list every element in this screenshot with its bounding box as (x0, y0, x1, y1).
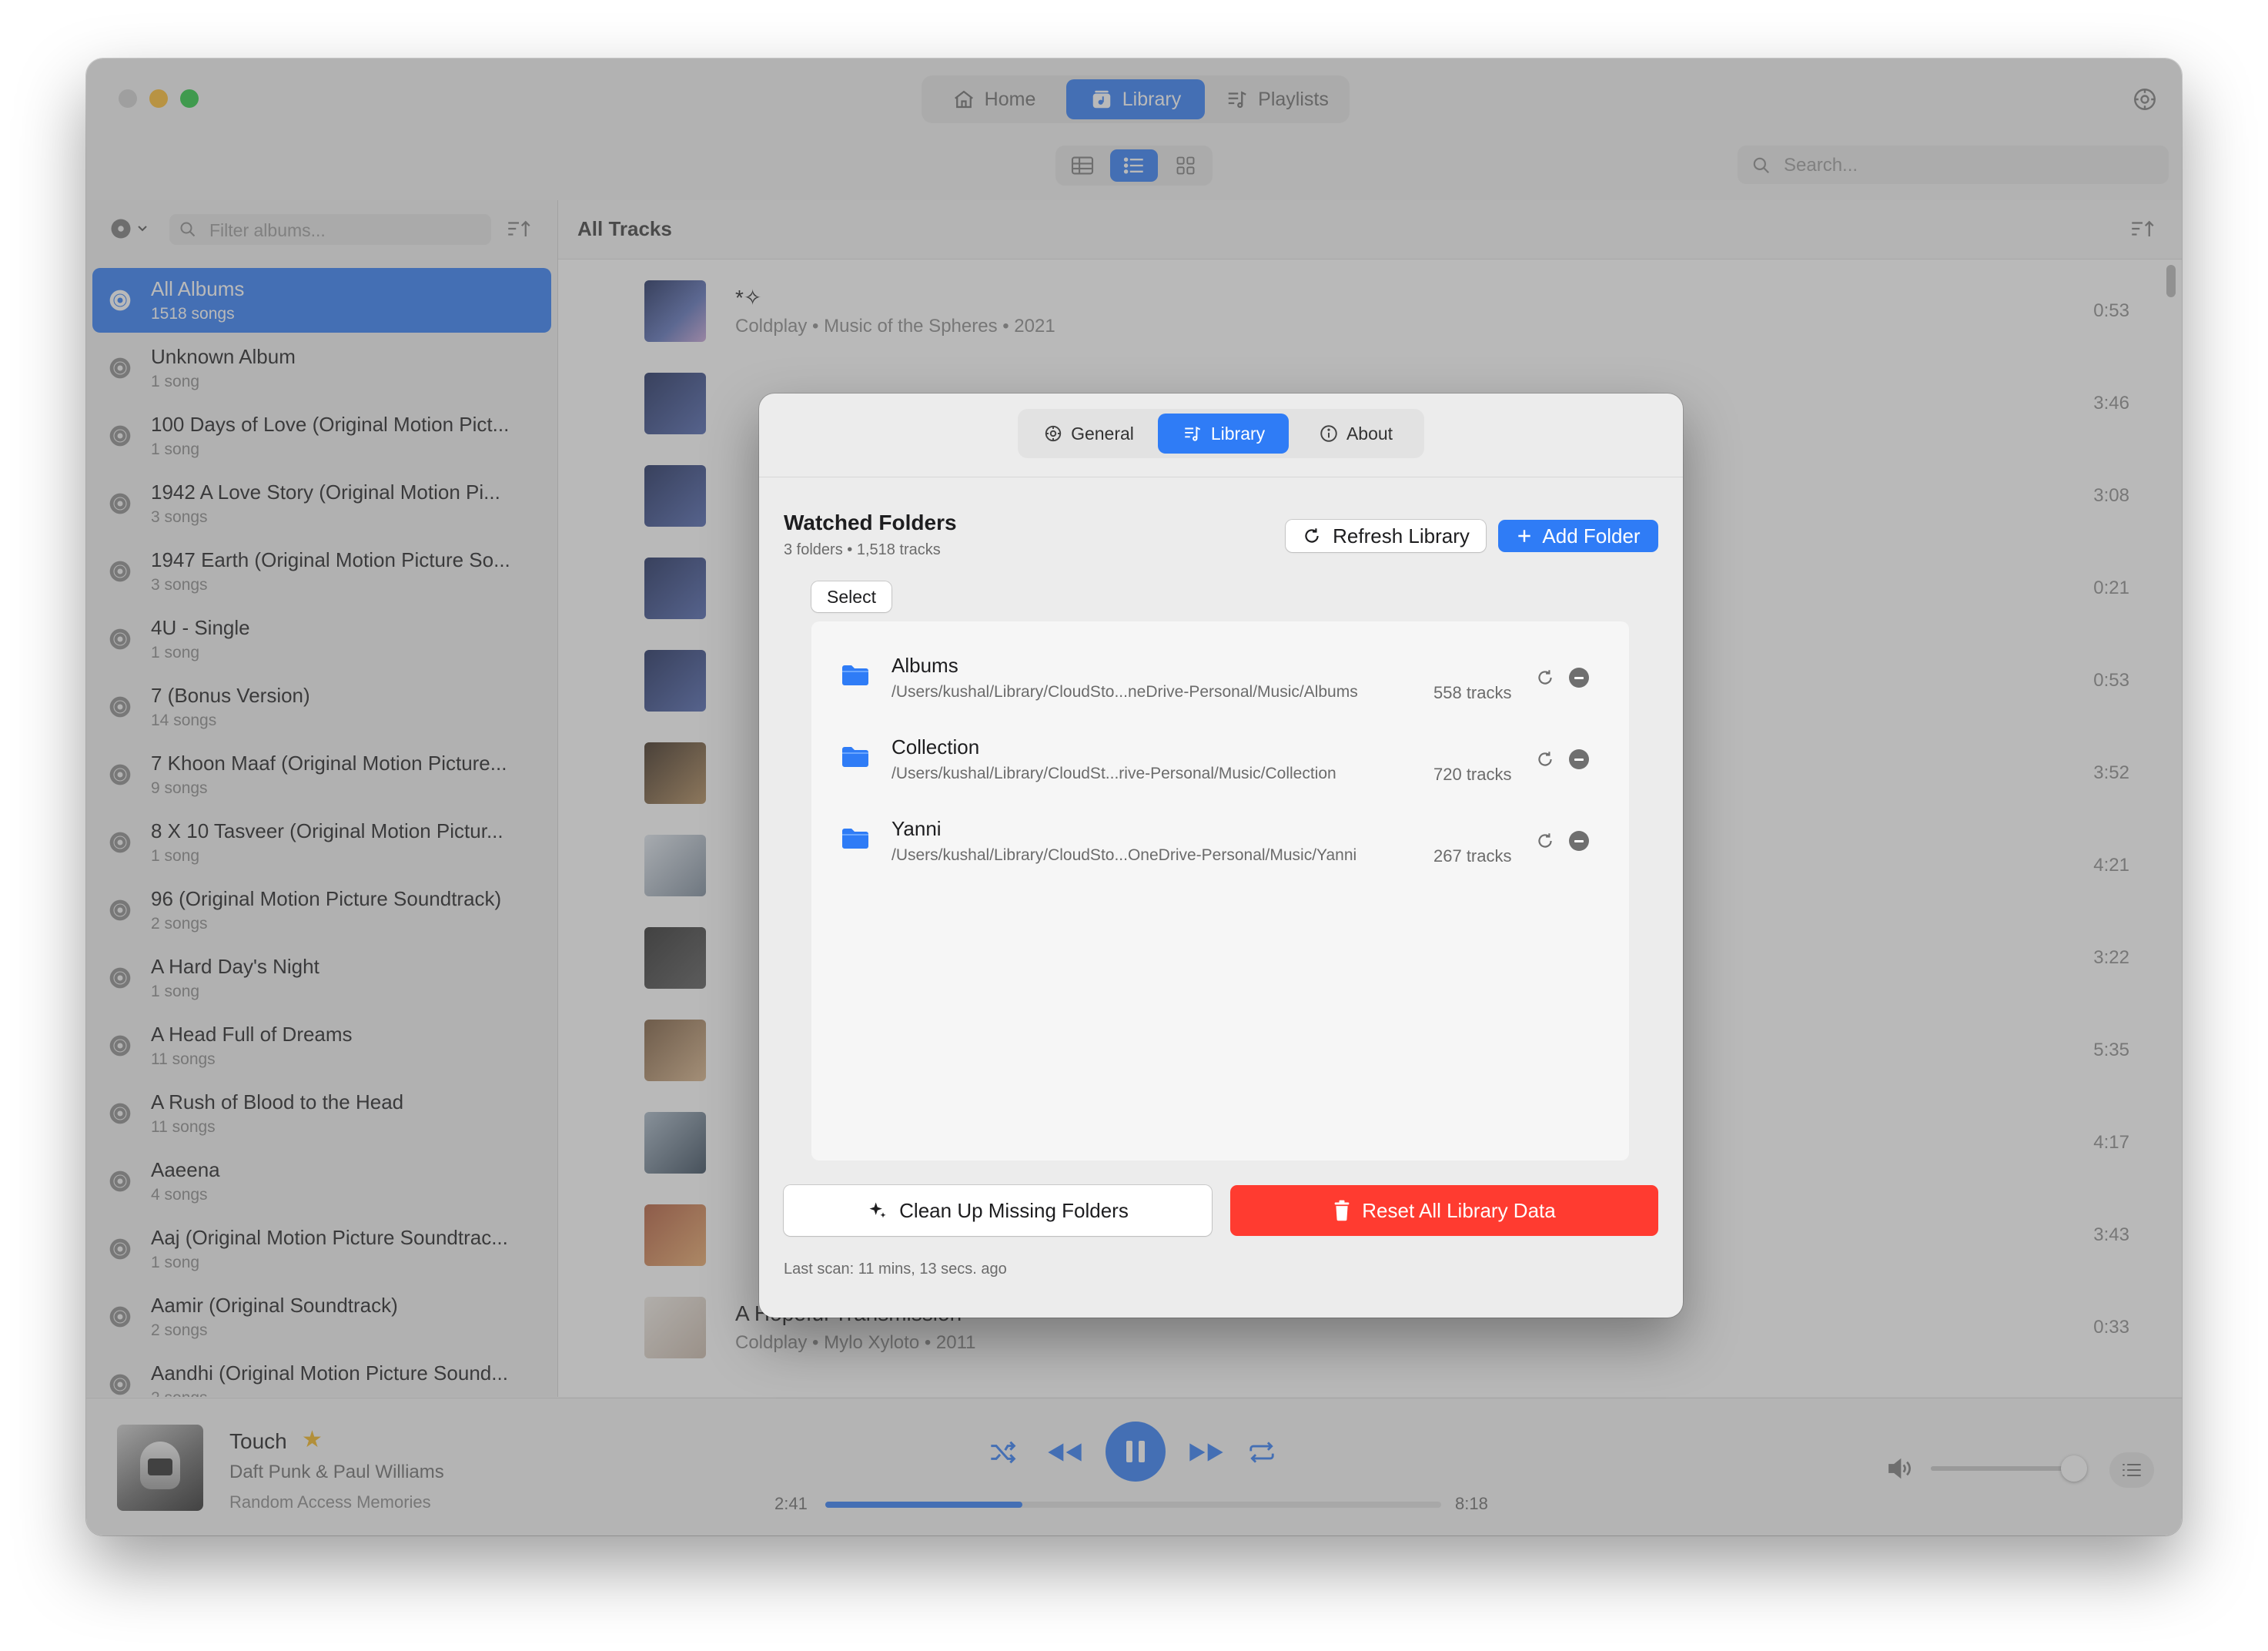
section-title: Watched Folders (784, 511, 957, 534)
folder-path: /Users/kushal/Library/CloudSto...neDrive… (891, 683, 1358, 701)
watched-folder-row[interactable]: Yanni/Users/kushal/Library/CloudSto...On… (811, 795, 1629, 872)
select-label: Select (827, 586, 876, 607)
clean-up-missing-folders-button[interactable]: Clean Up Missing Folders (784, 1185, 1212, 1236)
folder-icon (842, 829, 868, 849)
folder-track-count: 267 tracks (1433, 846, 1512, 866)
info-icon (1320, 425, 1337, 442)
reset-library-label: Reset All Library Data (1362, 1198, 1556, 1222)
music-library-icon (1185, 426, 1201, 441)
trash-icon (1334, 1200, 1350, 1221)
settings-header: General Library About (759, 393, 1683, 477)
refresh-icon (1538, 670, 1552, 685)
rescan-folder-button[interactable] (1535, 749, 1555, 773)
rescan-folder-button[interactable] (1535, 668, 1555, 692)
gear-icon (1045, 425, 1062, 442)
folder-name: Albums (891, 654, 958, 677)
tab-about[interactable]: About (1292, 414, 1420, 454)
select-button[interactable]: Select (811, 581, 891, 612)
watched-folder-row[interactable]: Collection/Users/kushal/Library/CloudSt.… (811, 714, 1629, 791)
tab-library-settings[interactable]: Library (1158, 414, 1289, 454)
folder-icon (842, 747, 868, 767)
folder-path: /Users/kushal/Library/CloudSt...rive-Per… (891, 765, 1336, 782)
tab-general-label: General (1071, 423, 1134, 444)
add-folder-button[interactable]: Add Folder (1498, 520, 1658, 552)
watched-folder-list: Albums/Users/kushal/Library/CloudSto...n… (811, 621, 1629, 1160)
plus-icon (1518, 530, 1531, 542)
tab-general[interactable]: General (1022, 414, 1155, 454)
refresh-library-label: Refresh Library (1333, 524, 1470, 548)
sparkles-icon (869, 1202, 886, 1218)
folder-track-count: 558 tracks (1433, 683, 1512, 702)
reset-library-data-button[interactable]: Reset All Library Data (1230, 1185, 1658, 1236)
watched-folder-row[interactable]: Albums/Users/kushal/Library/CloudSto...n… (811, 632, 1629, 709)
folder-icon (842, 665, 868, 685)
settings-tabs: General Library About (1018, 409, 1424, 458)
tab-about-label: About (1346, 423, 1393, 444)
remove-folder-button[interactable] (1569, 668, 1589, 688)
app-window: Home Library Playlists Search... Filter … (86, 59, 2182, 1535)
remove-folder-button[interactable] (1569, 749, 1589, 769)
section-subtitle: 3 folders • 1,518 tracks (784, 541, 941, 558)
folder-name: Yanni (891, 817, 942, 840)
last-scan-status: Last scan: 11 mins, 13 secs. ago (784, 1261, 1007, 1278)
folder-name: Collection (891, 735, 980, 759)
folder-track-count: 720 tracks (1433, 765, 1512, 784)
refresh-library-button[interactable]: Refresh Library (1286, 520, 1486, 552)
remove-folder-button[interactable] (1569, 831, 1589, 851)
clean-up-label: Clean Up Missing Folders (899, 1198, 1129, 1222)
rescan-folder-button[interactable] (1535, 831, 1555, 855)
refresh-icon (1538, 752, 1552, 766)
refresh-icon (1538, 833, 1552, 848)
folder-path: /Users/kushal/Library/CloudSto...OneDriv… (891, 846, 1357, 864)
refresh-icon (1305, 528, 1319, 543)
tab-library-settings-label: Library (1210, 423, 1266, 444)
add-folder-label: Add Folder (1542, 524, 1641, 548)
settings-sheet: General Library About Watched Folders 3 … (759, 393, 1683, 1318)
